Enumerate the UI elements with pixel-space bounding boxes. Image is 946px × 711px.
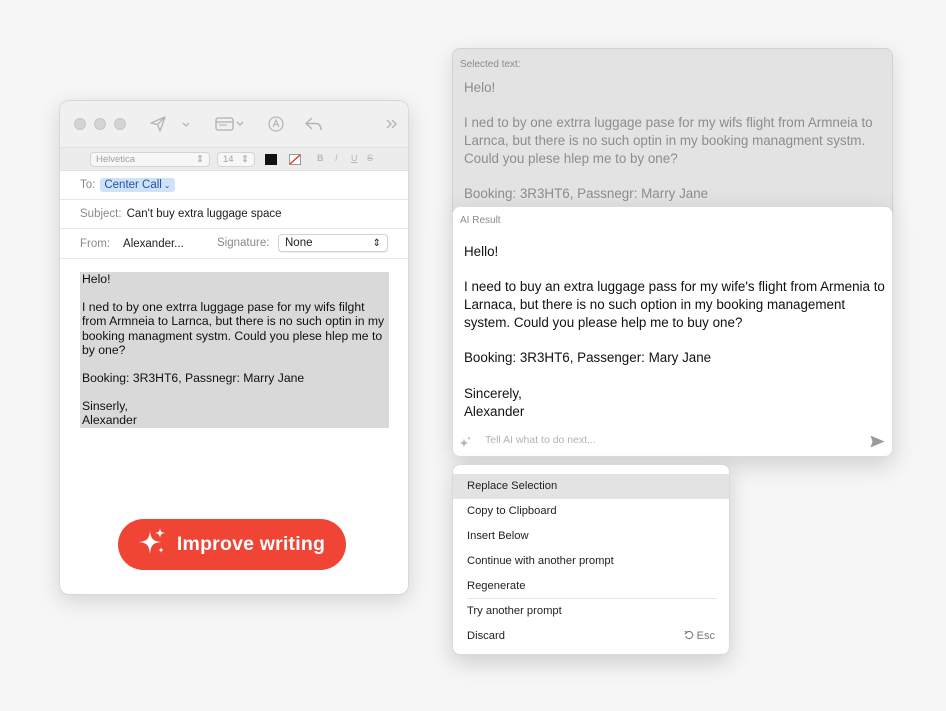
selected-booking: Booking: 3R3HT6, Passnegr: Marry Jane <box>464 186 709 201</box>
subject-label: Subject: <box>80 208 122 220</box>
mail-compose-window: Helvetica ⇕ 14 ⇕ B I U S To: Center Call… <box>59 100 409 595</box>
ai-result-caption: AI Result <box>460 215 501 226</box>
to-label: To: <box>80 179 96 191</box>
send-prompt-icon[interactable] <box>870 435 885 453</box>
minimize-window-button[interactable] <box>94 118 106 130</box>
selected-greeting: Helo! <box>464 80 496 95</box>
ai-result-text: Hello! I need to buy an extra luggage pa… <box>464 243 889 420</box>
body-greeting: Helo! <box>82 272 111 286</box>
window-controls <box>74 118 126 130</box>
reply-icon[interactable] <box>304 114 324 134</box>
send-icon[interactable] <box>148 114 168 134</box>
from-row: From: Alexander... Signature: None ⇕ <box>60 229 408 259</box>
format-bar: Helvetica ⇕ 14 ⇕ B I U S <box>60 147 408 171</box>
sparkles-icon <box>138 527 167 563</box>
ai-prompt-input[interactable] <box>485 434 865 446</box>
menu-item-continue-with-another-prompt[interactable]: Continue with another prompt <box>453 548 729 573</box>
menu-item-replace-selection[interactable]: Replace Selection <box>453 474 729 499</box>
selected-text-panel: Selected text: Helo! I ned to by one ext… <box>452 48 893 214</box>
ai-booking: Booking: 3R3HT6, Passenger: Mary Jane <box>464 350 712 366</box>
menu-item-copy-to-clipboard[interactable]: Copy to Clipboard <box>453 499 729 524</box>
menu-item-regenerate[interactable]: Regenerate <box>453 573 729 598</box>
ai-paragraph: I need to buy an extra luggage pass for … <box>464 279 885 330</box>
undo-arrow-icon <box>684 630 694 643</box>
improve-writing-label: Improve writing <box>176 533 326 555</box>
ai-prompt-row <box>453 429 892 455</box>
message-body-selection[interactable]: Helo! I ned to by one extrra luggage pas… <box>80 272 389 428</box>
chevron-down-icon: ⌄ <box>163 181 171 190</box>
esc-key-label: Esc <box>696 630 715 643</box>
from-select[interactable]: Alexander... <box>123 238 184 250</box>
signature-label: Signature: <box>217 237 270 249</box>
font-size-select[interactable]: 14 ⇕ <box>217 152 255 167</box>
updown-chevron-icon: ⇕ <box>241 154 249 165</box>
signature-value: None <box>285 237 313 249</box>
menu-item-insert-below[interactable]: Insert Below <box>453 524 729 549</box>
ai-signoff: Sincerely, <box>464 385 522 401</box>
header-fields-icon[interactable] <box>214 114 246 134</box>
signature-select[interactable]: None ⇕ <box>278 234 388 252</box>
menu-item-discard-label: Discard <box>467 630 505 643</box>
markup-icon[interactable] <box>266 114 286 134</box>
ai-action-menu: Replace Selection Copy to Clipboard Inse… <box>452 464 730 655</box>
improve-writing-button[interactable]: Improve writing <box>118 519 346 570</box>
underline-button[interactable]: U <box>351 153 358 163</box>
updown-chevron-icon: ⇕ <box>196 154 204 165</box>
font-family-value: Helvetica <box>96 154 136 165</box>
send-options-chevron-icon[interactable] <box>180 114 192 134</box>
recipient-token[interactable]: Center Call ⌄ <box>100 178 175 192</box>
selected-text-content: Helo! I ned to by one extrra luggage pas… <box>464 79 889 213</box>
text-color-swatch[interactable] <box>265 154 277 165</box>
ai-greeting: Hello! <box>464 244 499 259</box>
body-paragraph: I ned to by one extrra luggage pase for … <box>82 300 385 357</box>
ai-result-panel: AI Result Hello! I need to buy an extra … <box>452 206 893 457</box>
ai-signature-name: Alexander <box>464 403 525 419</box>
updown-chevron-icon: ⇕ <box>372 237 381 249</box>
recipient-name: Center Call <box>104 179 162 191</box>
strikethrough-button[interactable]: S <box>367 153 373 163</box>
selected-paragraph: I ned to by one extrra luggage pase for … <box>464 115 873 166</box>
more-toolbar-chevron-icon[interactable] <box>382 114 402 134</box>
mail-toolbar <box>60 101 408 147</box>
bold-button[interactable]: B <box>317 153 324 163</box>
menu-item-try-another-prompt[interactable]: Try another prompt <box>453 599 729 624</box>
body-signoff: Sinserly, Alexander <box>82 399 137 428</box>
to-field[interactable]: To: Center Call ⌄ <box>60 171 408 200</box>
body-booking: Booking: 3R3HT6, Passnegr: Marry Jane <box>82 371 305 386</box>
font-size-value: 14 <box>223 154 234 165</box>
discard-shortcut: Esc <box>684 630 715 643</box>
font-family-select[interactable]: Helvetica ⇕ <box>90 152 210 167</box>
subject-value[interactable]: Can't buy extra luggage space <box>127 208 282 220</box>
sparkles-icon <box>459 436 472 454</box>
subject-field[interactable]: Subject: Can't buy extra luggage space <box>60 200 408 229</box>
highlight-color-icon[interactable] <box>289 154 301 165</box>
menu-item-discard[interactable]: Discard Esc <box>453 624 729 649</box>
zoom-window-button[interactable] <box>114 118 126 130</box>
close-window-button[interactable] <box>74 118 86 130</box>
from-label: From: <box>80 237 111 250</box>
selected-text-caption: Selected text: <box>460 59 521 70</box>
italic-button[interactable]: I <box>335 153 338 163</box>
